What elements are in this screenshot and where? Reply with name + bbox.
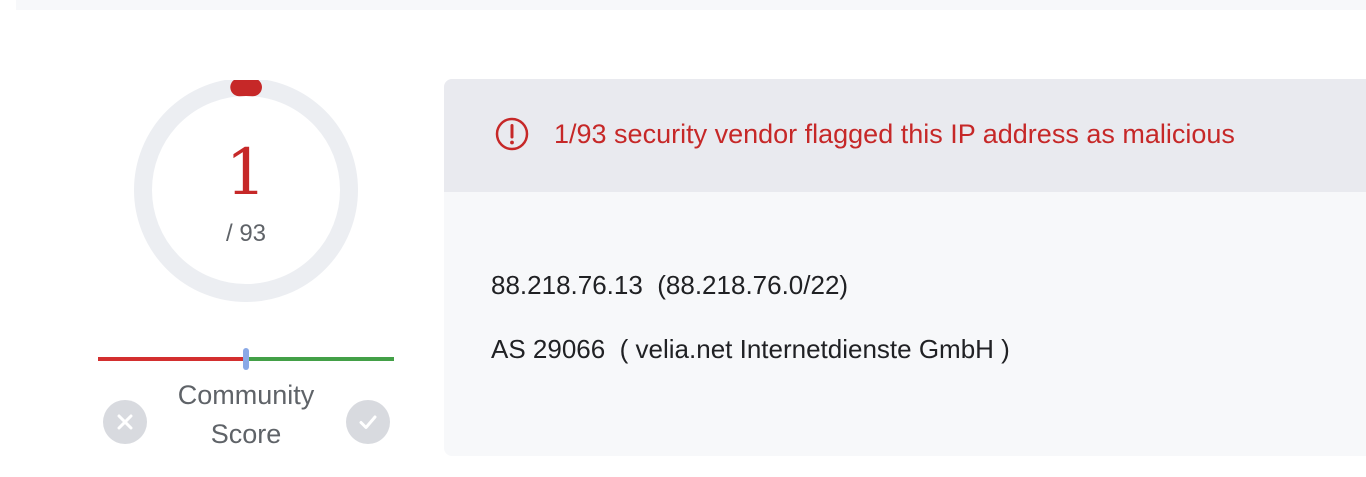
alert-banner: 1/93 security vendor flagged this IP add… <box>444 79 1366 192</box>
detection-total: / 93 <box>225 220 267 247</box>
vote-harmful-button[interactable] <box>103 400 147 444</box>
top-strip <box>16 0 1366 10</box>
close-circle-icon <box>117 414 133 430</box>
community-label-line1: Community <box>177 380 315 410</box>
detection-count: 1 <box>225 136 267 210</box>
vote-harmless-button[interactable] <box>346 400 390 444</box>
ip-summary-card: 1/93 security vendor flagged this IP add… <box>444 79 1366 456</box>
community-score-marker <box>243 348 249 370</box>
as-owner-line: AS 29066 ( velia.net Internetdienste Gmb… <box>491 334 1010 364</box>
community-label-line2: Score <box>210 419 282 449</box>
community-score-label: Community Score <box>150 376 342 454</box>
ip-address-line: 88.218.76.13 (88.218.76.0/22) <box>491 270 849 300</box>
check-circle-icon <box>359 415 377 429</box>
community-negative-segment <box>98 357 246 361</box>
alert-message: 1/93 security vendor flagged this IP add… <box>554 119 1235 149</box>
alert-circle-icon <box>495 117 529 151</box>
detection-score-ring: 1 / 93 <box>126 80 366 310</box>
community-positive-segment <box>246 357 394 361</box>
